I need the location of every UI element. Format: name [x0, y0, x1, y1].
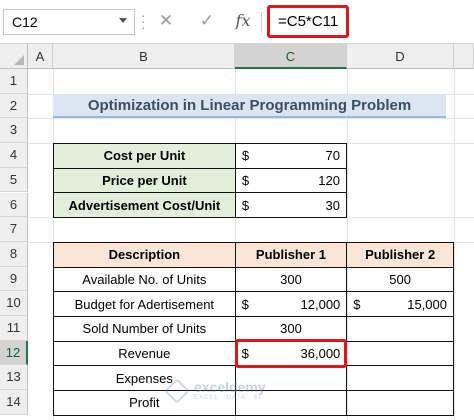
publisher-2-cell[interactable]	[346, 365, 454, 392]
row-header-1[interactable]: 1	[0, 69, 28, 94]
param-currency: $	[241, 173, 250, 189]
column-title-description[interactable]: Description	[53, 241, 236, 268]
row-description[interactable]: Revenue	[53, 340, 236, 367]
parameters-table: Cost per Unit $70 Price per Unit $120 Ad…	[53, 143, 348, 219]
param-value-cell[interactable]: $120	[234, 167, 348, 194]
row-description[interactable]: Budget for Adertisement	[53, 291, 236, 317]
row-header-5[interactable]: 5	[0, 167, 28, 193]
row-header-14[interactable]: 14	[0, 390, 28, 415]
param-currency: $	[241, 197, 250, 213]
publisher-2-currency: $	[353, 296, 361, 312]
formula-bar-divider	[261, 12, 262, 32]
watermark: exceldemy EXCEL · DATA · BI	[164, 378, 288, 409]
publisher-2-value: 500	[389, 271, 411, 287]
watermark-tagline: EXCEL · DATA · BI	[194, 395, 262, 401]
exceldemy-logo-icon	[164, 378, 190, 404]
table-row: Available No. of Units 300 500	[53, 266, 454, 293]
row-header-10[interactable]: 10	[0, 291, 28, 316]
watermark-name: exceldemy	[194, 379, 266, 395]
param-value-cell[interactable]: $70	[234, 143, 348, 169]
row-header-8[interactable]: 8	[0, 241, 28, 267]
row-header-3[interactable]: 3	[0, 118, 28, 144]
more-options-icon[interactable]: · · ·	[141, 8, 146, 34]
param-label[interactable]: Advertisement Cost/Unit	[53, 192, 236, 219]
publisher-1-currency: $	[241, 296, 249, 312]
name-box[interactable]: C12	[3, 9, 135, 35]
selected-cell-highlight	[235, 338, 347, 368]
column-title-publisher-2[interactable]: Publisher 2	[346, 241, 454, 268]
enter-icon[interactable]: ✓	[197, 10, 217, 32]
param-label[interactable]: Price per Unit	[53, 167, 236, 194]
name-box-value: C12	[12, 14, 38, 30]
column-header-a[interactable]: A	[28, 44, 53, 69]
param-value: 120	[318, 173, 340, 189]
row-header-13[interactable]: 13	[0, 365, 28, 391]
select-all-icon	[14, 55, 24, 65]
sheet-title: Optimization in Linear Programming Probl…	[53, 94, 446, 118]
publisher-1-value: 12,000	[300, 296, 341, 312]
column-header-c[interactable]: C	[235, 44, 347, 69]
table-row: Sold Number of Units 300	[53, 315, 454, 342]
publisher-2-cell[interactable]	[346, 340, 454, 367]
row-header-4[interactable]: 4	[0, 143, 28, 168]
column-title-publisher-1[interactable]: Publisher 1	[234, 241, 348, 268]
row-header-11[interactable]: 11	[0, 316, 28, 341]
publisher-1-value: 300	[280, 321, 302, 337]
column-header-e[interactable]	[454, 44, 474, 69]
publisher-2-value: 15,000	[407, 296, 447, 312]
publisher-1-cell[interactable]: $12,000	[234, 291, 348, 317]
cancel-icon[interactable]: ✕	[156, 10, 176, 32]
param-currency: $	[241, 148, 250, 164]
formula-bar: C12 · · · ✕ ✓ fx =C5*C11	[0, 0, 474, 44]
param-row: Cost per Unit $70	[53, 143, 348, 169]
table-header-row: Description Publisher 1 Publisher 2	[53, 241, 454, 268]
row-header-12[interactable]: 12	[0, 340, 28, 366]
name-box-dropdown-icon[interactable]	[119, 18, 127, 23]
param-row: Advertisement Cost/Unit $30	[53, 192, 348, 219]
row-header-6[interactable]: 6	[0, 192, 28, 218]
publisher-2-cell[interactable]: $15,000	[346, 291, 454, 317]
row-header-7[interactable]: 7	[0, 217, 28, 242]
row-header-2[interactable]: 2	[0, 93, 28, 119]
publisher-2-cell[interactable]	[346, 315, 454, 342]
column-header-b[interactable]: B	[53, 44, 235, 69]
table-row: Budget for Adertisement $12,000 $15,000	[53, 291, 454, 317]
insert-function-icon[interactable]: fx	[233, 10, 253, 32]
param-value: 70	[325, 148, 340, 164]
row-description[interactable]: Sold Number of Units	[53, 315, 236, 342]
gridline	[28, 118, 474, 120]
formula-text: =C5*C11	[278, 13, 339, 30]
publisher-1-cell[interactable]: 300	[234, 266, 348, 293]
publisher-2-cell[interactable]: 500	[346, 266, 454, 293]
select-all-button[interactable]	[0, 44, 28, 69]
formula-input[interactable]: =C5*C11	[267, 5, 349, 38]
worksheet-grid: A B C D 1 2 3 4 5 6 7 8 9 10 11 12 13 14…	[0, 44, 474, 420]
publisher-2-cell[interactable]	[346, 390, 454, 416]
column-header-d[interactable]: D	[347, 44, 454, 69]
param-label[interactable]: Cost per Unit	[53, 143, 236, 169]
gridline	[454, 69, 455, 420]
param-row: Price per Unit $120	[53, 167, 348, 194]
param-value-cell[interactable]: $30	[234, 192, 348, 219]
publisher-1-value: 300	[280, 271, 302, 287]
row-header-9[interactable]: 9	[0, 266, 28, 292]
row-description[interactable]: Available No. of Units	[53, 266, 236, 293]
publisher-1-cell[interactable]: 300	[234, 315, 348, 342]
param-value: 30	[325, 197, 340, 213]
